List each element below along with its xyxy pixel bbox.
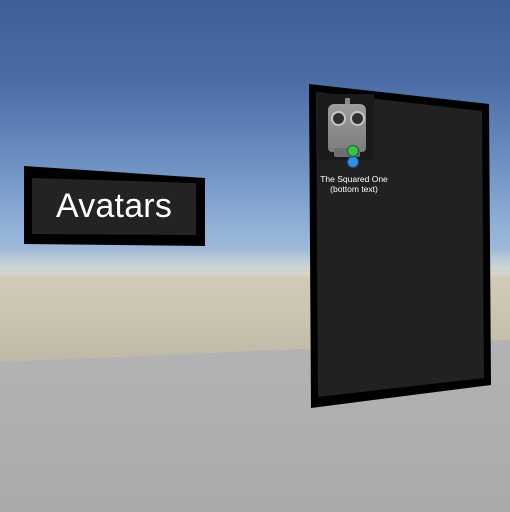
avatars-title: Avatars: [55, 187, 173, 225]
avatars-title-inner: Avatars: [32, 178, 196, 235]
avatar-item[interactable]: The Squared One (bottom text): [312, 92, 388, 202]
robot-eye-left: [331, 111, 346, 126]
avatar-name-label: The Squared One (bottom text): [312, 174, 396, 194]
vr-scene: Avatars The Squared One (bottom text): [0, 0, 510, 512]
blue-status-icon: [347, 156, 359, 168]
avatar-subtitle: (bottom text): [330, 184, 378, 194]
avatar-name: The Squared One: [320, 174, 388, 184]
robot-eye-right: [350, 111, 365, 126]
avatar-thumbnail: [318, 94, 374, 168]
